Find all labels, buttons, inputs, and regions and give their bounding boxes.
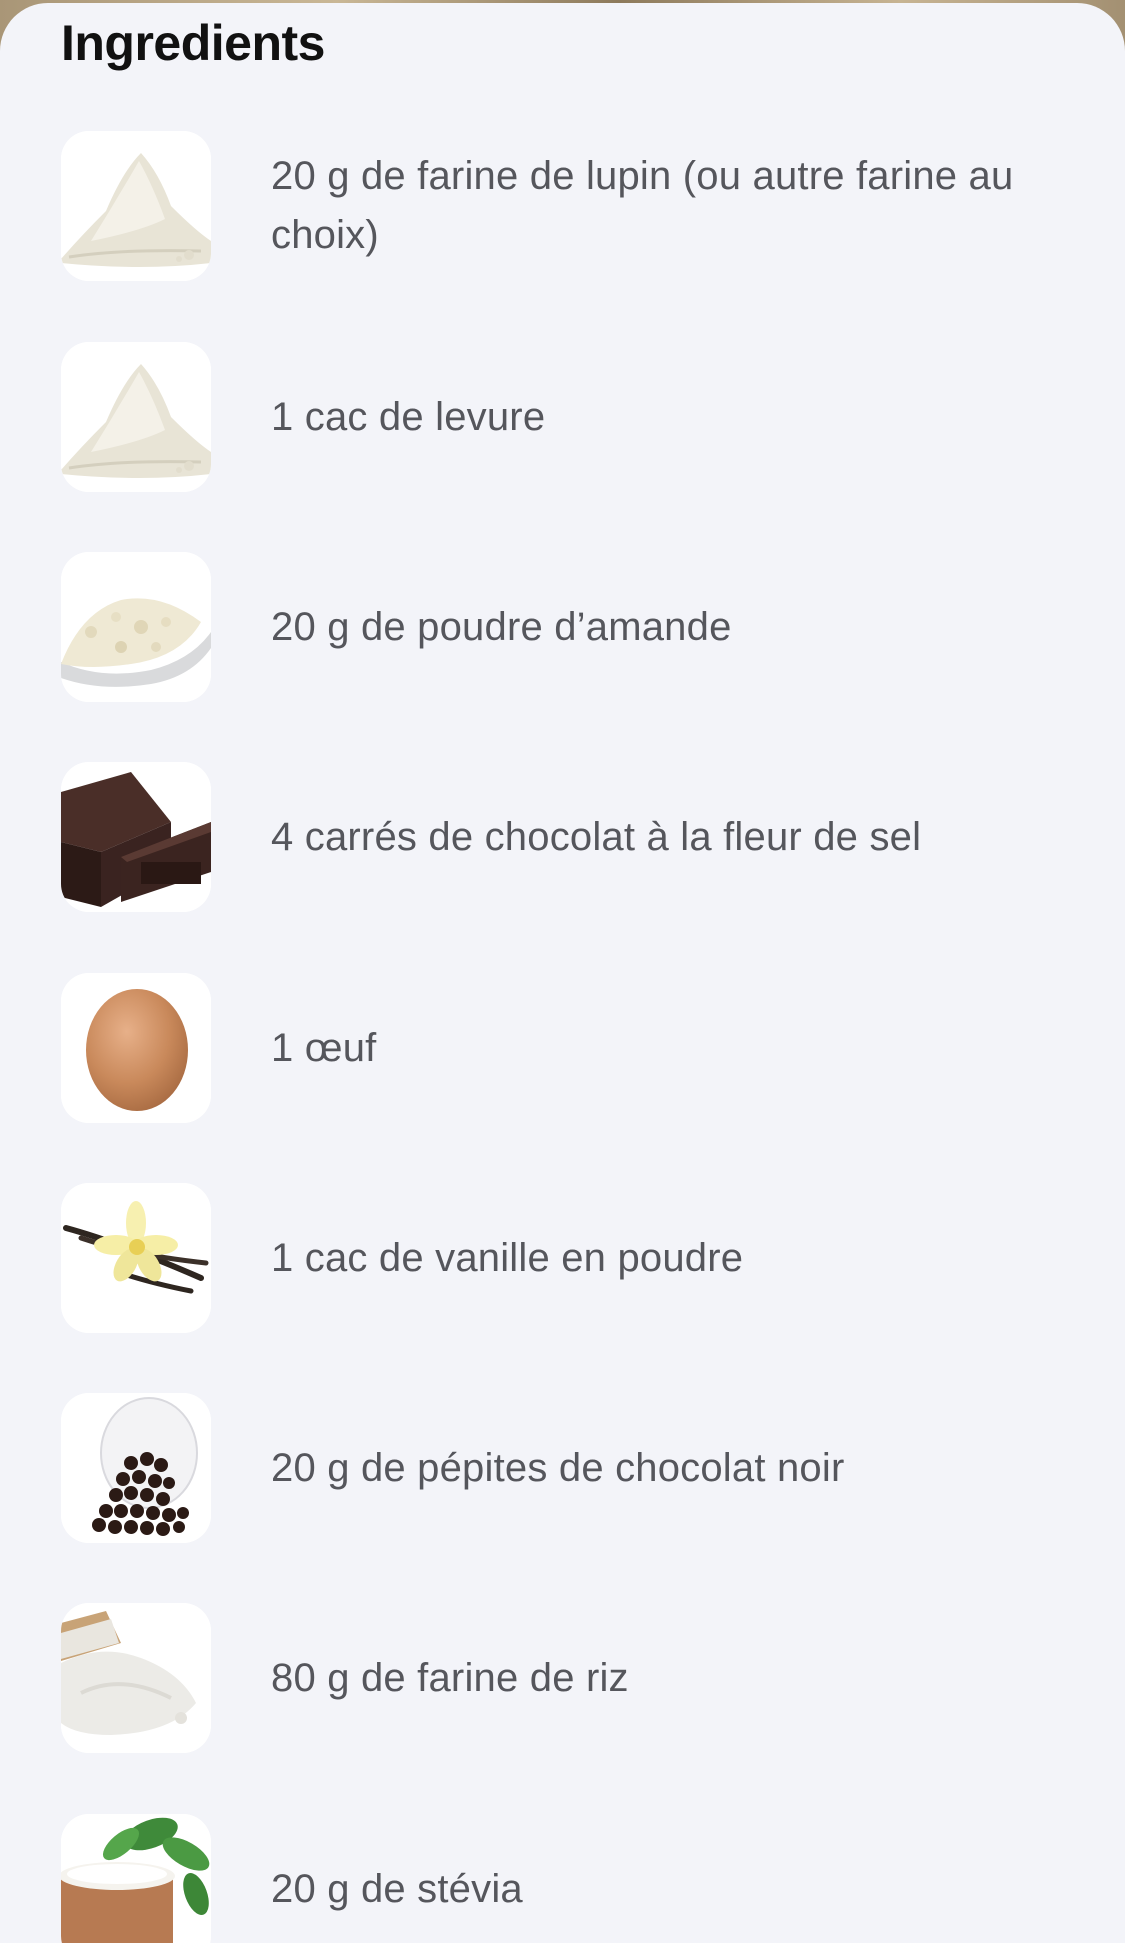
list-item: 20 g de poudre d’amande	[0, 552, 1125, 702]
egg-icon	[61, 973, 211, 1123]
list-item: 1 cac de vanille en poudre	[0, 1183, 1125, 1333]
vanilla-icon	[61, 1183, 211, 1333]
ingredient-label: 4 carrés de chocolat à la fleur de sel	[271, 814, 922, 859]
flour-icon	[61, 342, 211, 492]
stevia-icon	[61, 1814, 211, 1943]
ingredient-label: 1 cac de vanille en poudre	[271, 1235, 744, 1280]
chocolate-bar-icon	[61, 762, 211, 912]
ingredient-label: 20 g de pépites de chocolat noir	[271, 1445, 845, 1490]
ingredient-label: 1 cac de levure	[271, 394, 546, 439]
list-item: 20 g de farine de lupin (ou autre farine…	[0, 131, 1125, 281]
list-item: 20 g de stévia	[0, 1814, 1125, 1943]
ingredient-label: 1 œuf	[271, 1025, 377, 1070]
almond-powder-icon	[61, 552, 211, 702]
list-item: 4 carrés de chocolat à la fleur de sel	[0, 762, 1125, 912]
ingredient-label: 20 g de farine de lupin (ou autre farine…	[271, 154, 1014, 257]
list-item: 1 œuf	[0, 973, 1125, 1123]
chocolate-chips-icon	[61, 1393, 211, 1543]
ingredient-label: 20 g de stévia	[271, 1866, 523, 1911]
list-item: 20 g de pépites de chocolat noir	[0, 1393, 1125, 1543]
ingredient-label: 20 g de poudre d’amande	[271, 604, 732, 649]
list-item: 1 cac de levure	[0, 342, 1125, 492]
ingredient-label: 80 g de farine de riz	[271, 1655, 629, 1700]
list-item: 80 g de farine de riz	[0, 1603, 1125, 1753]
section-title: Ingredients	[61, 15, 325, 71]
rice-flour-icon	[61, 1603, 211, 1753]
ingredients-sheet: Ingredients 20 g de farine de lupin (ou …	[0, 3, 1125, 1943]
flour-icon	[61, 131, 211, 281]
